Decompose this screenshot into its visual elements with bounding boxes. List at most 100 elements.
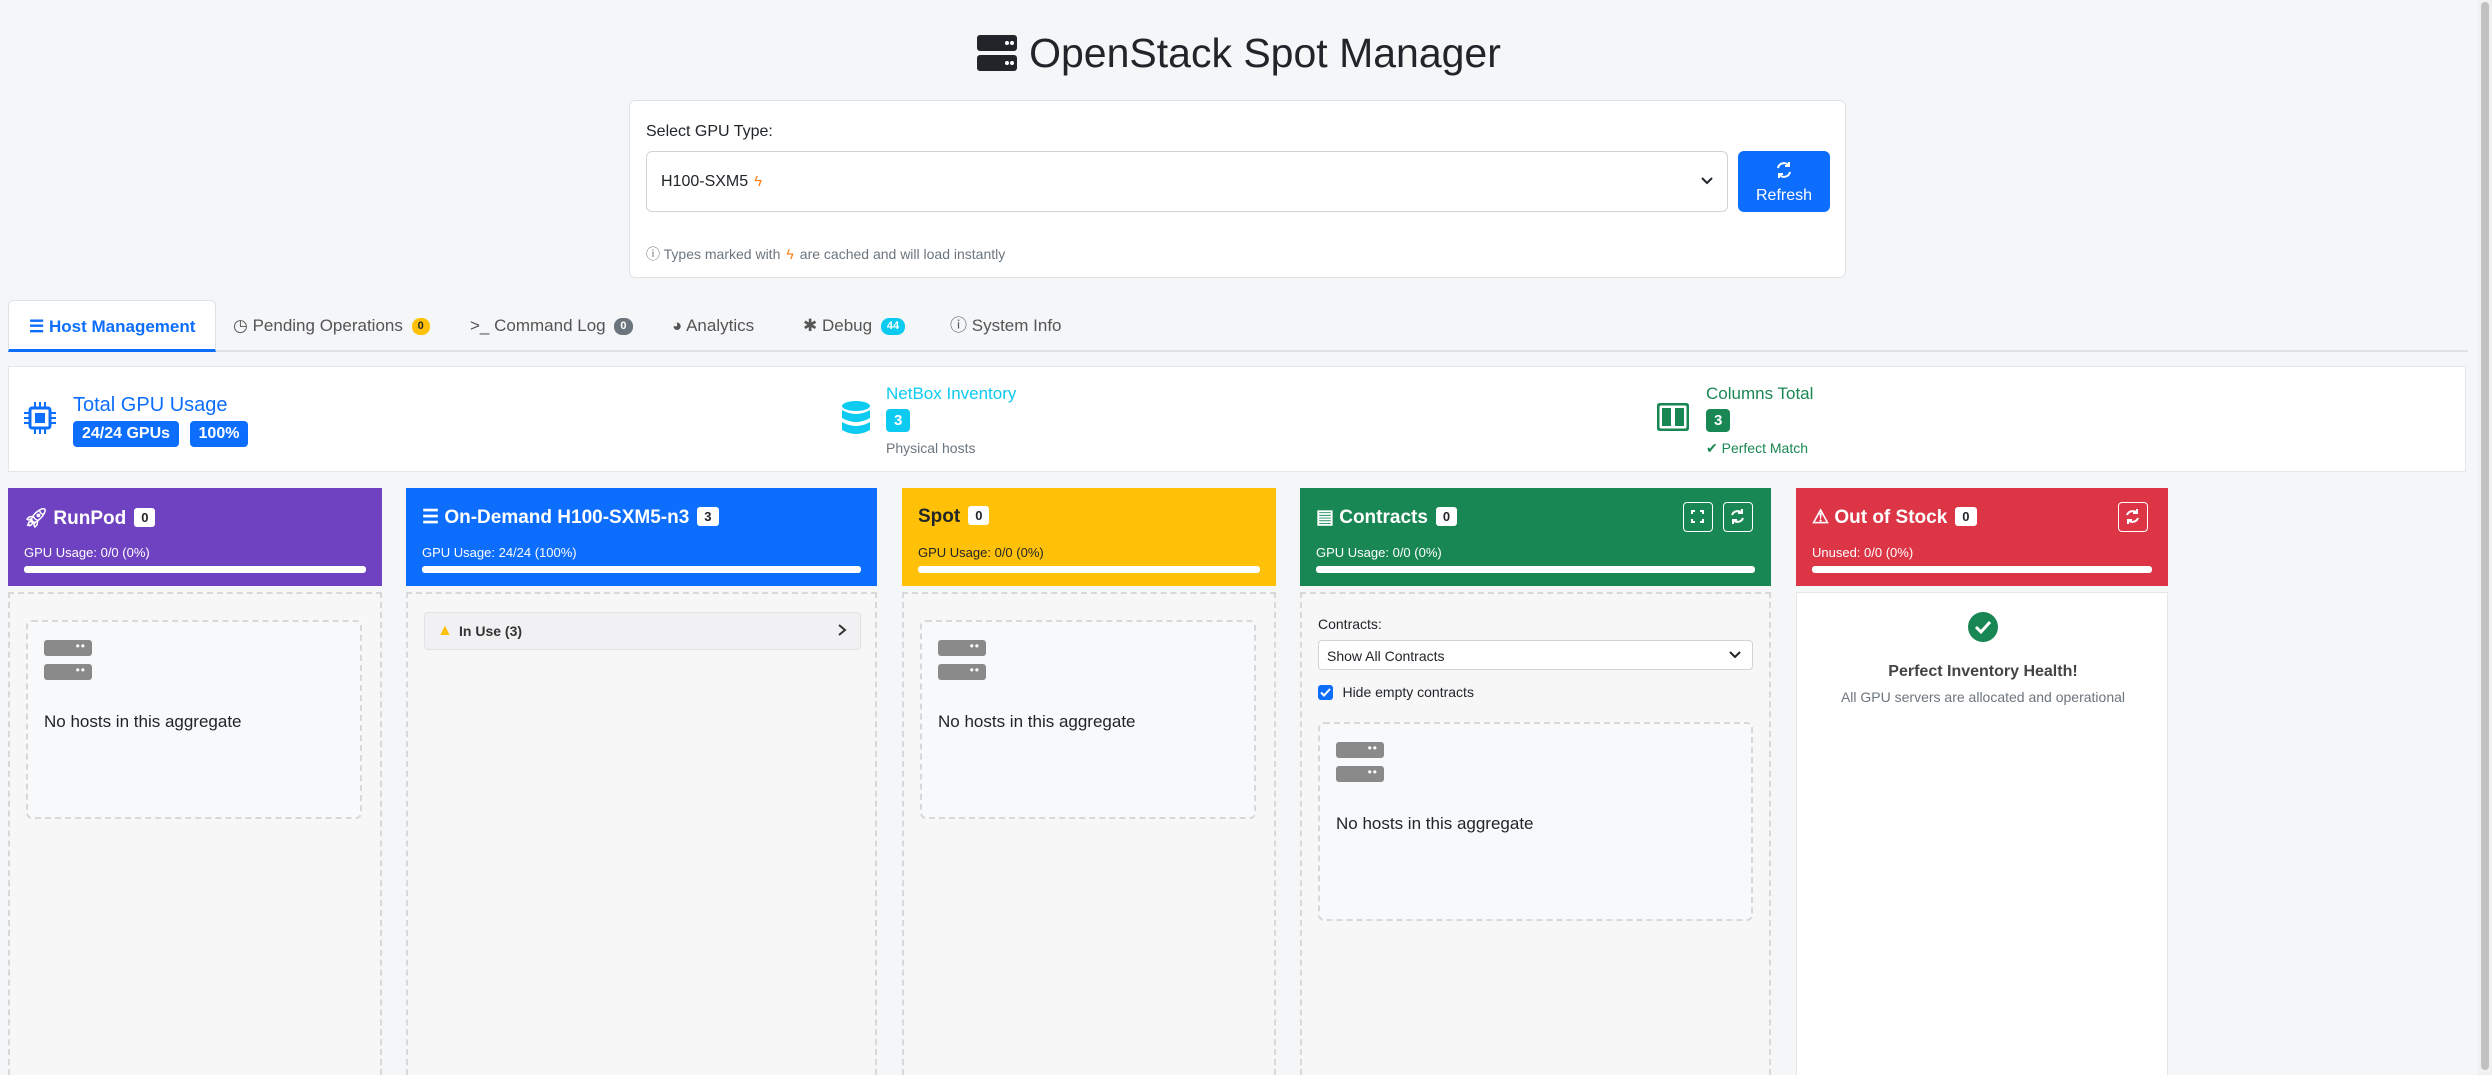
tab-host-management[interactable]: ☰ Host Management: [8, 300, 217, 352]
bug-icon: ✱: [803, 316, 818, 335]
out-of-stock-usage-bar: [1812, 566, 2152, 573]
columns-match: ✔ Perfect Match: [1706, 440, 1808, 456]
spot-header: Spot 0 GPU Usage: 0/0 (0%): [902, 488, 1276, 586]
netbox-count: 3: [886, 409, 911, 432]
tab-bar: ☰ Host Management ◷ Pending Operations 0…: [8, 300, 2468, 352]
tab-system-info[interactable]: ⓘ System Info: [950, 300, 1062, 352]
runpod-header: 🚀︎ RunPod 0 GPU Usage: 0/0 (0%): [8, 488, 382, 586]
refresh-label: Refresh: [1755, 187, 1813, 204]
info-icon: ⓘ: [646, 246, 660, 262]
contracts-count: 0: [1435, 507, 1458, 526]
gpu-percent-pill: 100%: [189, 421, 249, 447]
column-on-demand: ☰ On-Demand H100-SXM5-n3 3 GPU Usage: 24/…: [406, 488, 877, 1075]
refresh-icon: [2126, 509, 2139, 524]
chevron-down-icon: [1728, 647, 1742, 666]
column-spot: Spot0 GPU Usage: 0/0 (0%) No hosts in th…: [902, 488, 1276, 1075]
tab-debug[interactable]: ✱ Debug 44: [803, 300, 906, 352]
clock-icon: ◷: [233, 316, 248, 335]
on-demand-header: ☰ On-Demand H100-SXM5-n3 3 GPU Usage: 24/…: [406, 488, 877, 586]
summary-bar: Total GPU Usage 24/24 GPUs 100% NetBox I…: [8, 366, 2466, 472]
out-of-stock-body: Perfect Inventory Health! All GPU server…: [1796, 592, 2168, 1075]
on-demand-usage: GPU Usage: 24/24 (100%): [422, 545, 577, 560]
page-title: OpenStack Spot Manager: [0, 30, 2478, 81]
server-icon: [938, 639, 986, 656]
in-use-group[interactable]: ▲ In Use (3): [424, 612, 861, 650]
empty-state: No hosts in this aggregate: [1318, 722, 1753, 921]
command-log-badge: 0: [614, 318, 633, 335]
cache-hint: ⓘ Types marked with ϟ are cached and will …: [646, 246, 1006, 262]
warning-icon: ▲: [437, 622, 453, 639]
hide-empty-label: Hide empty contracts: [1342, 684, 1474, 700]
server-icon: [1336, 741, 1384, 758]
on-demand-count: 3: [697, 507, 719, 526]
total-gpu-title: Total GPU Usage: [73, 394, 228, 416]
gpu-count-pill: 24/24 GPUs: [73, 421, 180, 447]
list-icon: ☰: [29, 317, 45, 336]
in-use-label: In Use (3): [459, 623, 523, 639]
chevron-right-icon: [836, 623, 848, 642]
tab-analytics[interactable]: ◕ Analytics: [672, 300, 754, 352]
checkbox-checked-icon: [1318, 685, 1333, 700]
empty-state: No hosts in this aggregate: [26, 620, 362, 819]
health-subtitle: All GPU servers are allocated and operat…: [1840, 689, 2126, 705]
empty-message: No hosts in this aggregate: [1336, 814, 1534, 833]
check-circle-icon: ✔: [1706, 440, 1718, 456]
server-icon: [44, 639, 92, 656]
columns-count: 3: [1706, 409, 1731, 432]
column-out-of-stock: ⚠ Out of Stock 0 Unused: 0/0 (0%) Perfect…: [1796, 488, 2168, 1075]
spot-body: No hosts in this aggregate: [902, 592, 1276, 1075]
contracts-body: Contracts: Show All Contracts Hide empty…: [1300, 592, 1771, 1075]
contracts-usage-bar: [1316, 566, 1755, 573]
columns-total-title: Columns Total: [1706, 384, 1814, 403]
pending-badge: 0: [411, 318, 430, 335]
out-of-stock-refresh-button[interactable]: [2118, 502, 2148, 532]
gpu-type-value: H100-SXM5: [661, 173, 749, 190]
debug-badge: 44: [880, 318, 906, 335]
scrollbar-thumb[interactable]: [2481, 2, 2489, 1070]
check-circle-icon: [1967, 611, 1999, 648]
empty-state: No hosts in this aggregate: [920, 620, 1256, 819]
out-of-stock-count: 0: [1955, 507, 1977, 526]
out-of-stock-header: ⚠ Out of Stock 0 Unused: 0/0 (0%): [1796, 488, 2168, 586]
column-contracts: ▤ Contracts 0 GPU Usage: 0/0 (0%) Contrac…: [1300, 488, 1771, 1075]
bolt-icon: ϟ: [786, 246, 794, 262]
contracts-refresh-button[interactable]: [1723, 502, 1753, 532]
gpu-type-select[interactable]: H100-SXM5 ϟ: [646, 151, 1728, 212]
file-icon: ▤: [1316, 507, 1334, 528]
server-icon: [977, 34, 1018, 81]
refresh-icon: [1738, 161, 1830, 184]
tab-command-log[interactable]: >_ Command Log 0: [470, 300, 633, 352]
runpod-usage-bar: [24, 566, 366, 573]
health-title: Perfect Inventory Health!: [1888, 663, 2078, 680]
gpu-type-label: Select GPU Type:: [646, 123, 773, 140]
info-icon: ⓘ: [950, 316, 967, 335]
empty-message: No hosts in this aggregate: [44, 712, 242, 731]
contracts-filter-select[interactable]: Show All Contracts: [1318, 640, 1753, 670]
scrollbar[interactable]: [2478, 0, 2492, 1075]
runpod-body: No hosts in this aggregate: [8, 592, 382, 1075]
bolt-icon: ϟ: [754, 173, 763, 190]
gpu-selector-card: Select GPU Type: H100-SXM5 ϟ Refresh ⓘ Ty…: [629, 100, 1846, 278]
expand-button[interactable]: [1683, 502, 1713, 532]
runpod-count: 0: [134, 508, 156, 527]
runpod-usage: GPU Usage: 0/0 (0%): [24, 545, 150, 560]
contracts-usage: GPU Usage: 0/0 (0%): [1316, 545, 1442, 560]
server-icon: ☰: [422, 507, 440, 528]
refresh-button[interactable]: Refresh: [1738, 151, 1830, 212]
terminal-icon: >_: [470, 316, 490, 335]
empty-message: No hosts in this aggregate: [938, 712, 1136, 731]
netbox-sub: Physical hosts: [886, 440, 976, 456]
contracts-filter-label: Contracts:: [1318, 616, 1382, 632]
expand-icon: [1691, 510, 1704, 523]
tab-pending-operations[interactable]: ◷ Pending Operations 0: [233, 300, 430, 352]
hide-empty-checkbox[interactable]: Hide empty contracts: [1318, 684, 1474, 702]
spot-usage: GPU Usage: 0/0 (0%): [918, 545, 1044, 560]
on-demand-body: ▲ In Use (3): [406, 592, 877, 1075]
spot-count: 0: [968, 506, 990, 525]
contracts-header: ▤ Contracts 0 GPU Usage: 0/0 (0%): [1300, 488, 1771, 586]
cpu-icon: [23, 401, 57, 440]
column-runpod: 🚀︎ RunPod0 GPU Usage: 0/0 (0%) No hosts …: [8, 488, 382, 1075]
out-of-stock-usage: Unused: 0/0 (0%): [1812, 545, 1914, 560]
columns-icon: [1656, 402, 1690, 436]
warning-icon: ⚠: [1812, 507, 1830, 528]
